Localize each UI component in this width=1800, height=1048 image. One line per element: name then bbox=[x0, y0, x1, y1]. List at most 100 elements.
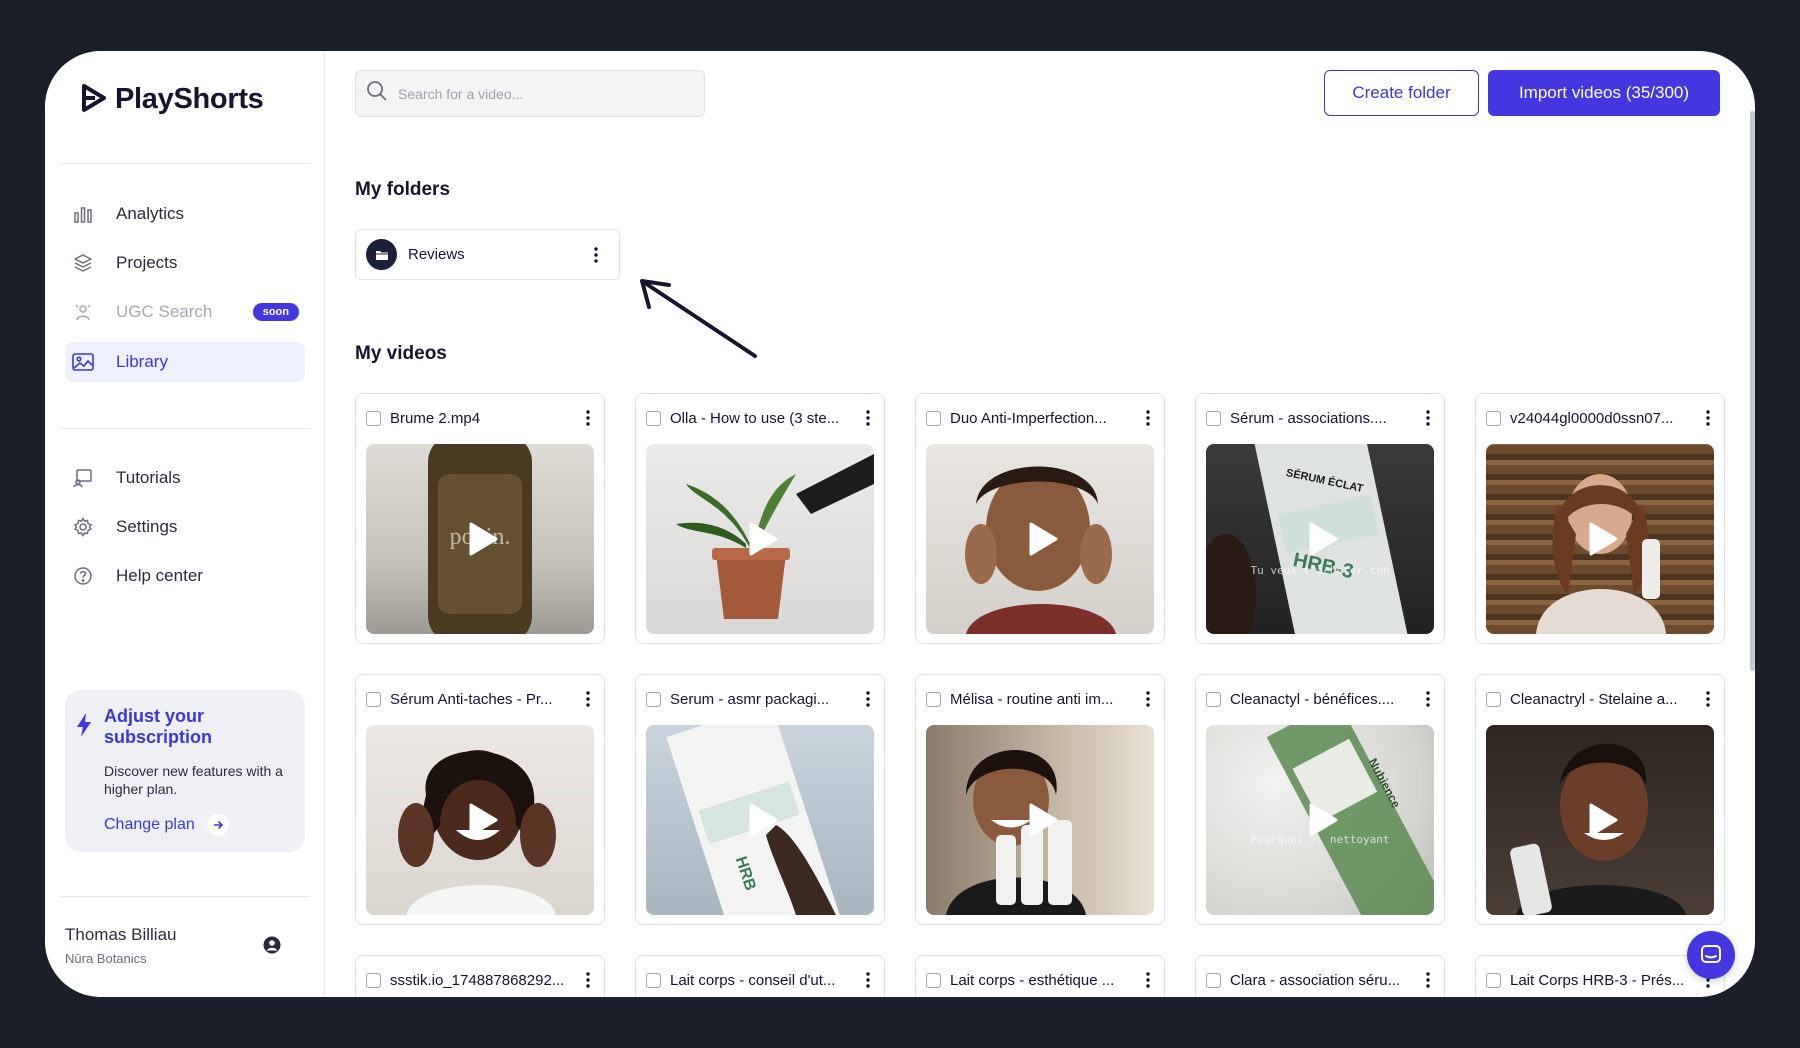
select-checkbox[interactable] bbox=[926, 972, 941, 988]
video-thumbnail[interactable]: SÉRUM ÉCLAT HRB-3 Tu veux t'acheter ton bbox=[1206, 444, 1434, 634]
select-checkbox[interactable] bbox=[366, 691, 381, 707]
support-chat-button[interactable] bbox=[1687, 931, 1735, 979]
sidebar-item-library[interactable]: Library bbox=[65, 342, 305, 382]
more-options-icon[interactable] bbox=[1138, 970, 1158, 990]
select-checkbox[interactable] bbox=[1206, 972, 1221, 988]
more-options-icon[interactable] bbox=[1138, 689, 1158, 709]
more-options-icon[interactable] bbox=[578, 408, 598, 428]
video-card[interactable]: Serum - asmr packagi... HRB bbox=[635, 674, 885, 925]
more-options-icon[interactable] bbox=[1418, 689, 1438, 709]
video-thumbnail[interactable] bbox=[926, 444, 1154, 634]
select-checkbox[interactable] bbox=[366, 972, 381, 988]
app-window: PlayShorts Analytics Projects UGC Search… bbox=[45, 51, 1755, 997]
select-checkbox[interactable] bbox=[1486, 972, 1501, 988]
video-card[interactable]: Duo Anti-Imperfection... bbox=[915, 393, 1165, 644]
more-options-icon[interactable] bbox=[1698, 408, 1718, 428]
select-checkbox[interactable] bbox=[366, 410, 381, 426]
more-options-icon[interactable] bbox=[858, 970, 878, 990]
more-options-icon[interactable] bbox=[578, 970, 598, 990]
sidebar-item-label: Help center bbox=[116, 566, 203, 585]
video-title: Lait Corps HRB-3 - Prés... bbox=[1510, 971, 1685, 989]
select-checkbox[interactable] bbox=[1206, 410, 1221, 426]
video-thumbnail[interactable] bbox=[646, 444, 874, 634]
video-title: ssstik.io_174887868292... bbox=[390, 971, 565, 989]
playshorts-logo-icon bbox=[82, 84, 106, 112]
folder-card[interactable]: Reviews bbox=[355, 229, 620, 280]
select-checkbox[interactable] bbox=[646, 410, 661, 426]
select-checkbox[interactable] bbox=[926, 410, 941, 426]
video-card[interactable]: Brume 2.mp4 popin. bbox=[355, 393, 605, 644]
sidebar-item-label: Analytics bbox=[116, 204, 185, 223]
video-card[interactable]: Lait corps - esthétique ... bbox=[915, 955, 1165, 997]
user-name: Thomas Billiau bbox=[65, 925, 177, 944]
sidebar-item-label: Settings bbox=[116, 517, 178, 536]
more-options-icon[interactable] bbox=[858, 689, 878, 709]
more-options-icon[interactable] bbox=[1698, 689, 1718, 709]
video-card[interactable]: Cleanactyl - bénéfices.... Nubience Pour… bbox=[1195, 674, 1445, 925]
user-organization: Nūra Botanics bbox=[65, 951, 147, 966]
bar-chart-icon bbox=[72, 203, 94, 225]
arrow-right-icon bbox=[206, 814, 229, 836]
account-icon[interactable] bbox=[263, 936, 281, 954]
presentation-icon bbox=[72, 467, 94, 489]
sidebar-item-ugc-search: UGC Search soon bbox=[65, 292, 305, 332]
sidebar-item-projects[interactable]: Projects bbox=[65, 243, 305, 283]
sidebar-item-analytics[interactable]: Analytics bbox=[65, 194, 305, 234]
folder-name: Reviews bbox=[408, 246, 465, 263]
more-options-icon[interactable] bbox=[1138, 408, 1158, 428]
sidebar-item-label: Tutorials bbox=[116, 468, 181, 487]
play-icon bbox=[1309, 803, 1338, 837]
lightning-icon bbox=[75, 712, 93, 743]
video-card[interactable]: ssstik.io_174887868292... bbox=[355, 955, 605, 997]
video-card[interactable]: Cleanactryl - Stelaine a... bbox=[1475, 674, 1725, 925]
import-videos-button[interactable]: Import videos (35/300) bbox=[1488, 70, 1720, 116]
more-options-icon[interactable] bbox=[578, 689, 598, 709]
video-card[interactable]: Sérum Anti-taches - Pr... bbox=[355, 674, 605, 925]
video-card[interactable]: Sérum - associations.... SÉRUM ÉCLAT HRB-… bbox=[1195, 393, 1445, 644]
create-folder-button[interactable]: Create folder bbox=[1324, 70, 1479, 116]
search-input[interactable] bbox=[398, 85, 678, 102]
image-icon bbox=[72, 351, 94, 373]
video-thumbnail[interactable] bbox=[366, 725, 594, 915]
video-title: v24044gl0000d0ssn07... bbox=[1510, 409, 1674, 427]
sidebar: PlayShorts Analytics Projects UGC Search… bbox=[45, 51, 325, 997]
select-checkbox[interactable] bbox=[1486, 691, 1501, 707]
video-card[interactable]: Olla - How to use (3 ste... bbox=[635, 393, 885, 644]
video-thumbnail[interactable]: HRB bbox=[646, 725, 874, 915]
play-icon bbox=[1309, 522, 1338, 556]
video-thumbnail[interactable] bbox=[1486, 725, 1714, 915]
video-thumbnail[interactable] bbox=[926, 725, 1154, 915]
video-card[interactable]: v24044gl0000d0ssn07... bbox=[1475, 393, 1725, 644]
more-options-icon[interactable] bbox=[1418, 970, 1438, 990]
search-bar[interactable] bbox=[355, 70, 705, 117]
video-card[interactable]: Mélisa - routine anti im... bbox=[915, 674, 1165, 925]
video-thumbnail[interactable] bbox=[1486, 444, 1714, 634]
more-options-icon[interactable] bbox=[1418, 408, 1438, 428]
scrollbar[interactable] bbox=[1750, 111, 1755, 671]
logo[interactable]: PlayShorts bbox=[81, 79, 264, 119]
select-checkbox[interactable] bbox=[1486, 410, 1501, 426]
video-card[interactable]: Clara - association séru... bbox=[1195, 955, 1445, 997]
select-checkbox[interactable] bbox=[1206, 691, 1221, 707]
change-plan-link[interactable]: Change plan bbox=[104, 814, 229, 836]
select-checkbox[interactable] bbox=[646, 972, 661, 988]
video-title: Sérum - associations.... bbox=[1230, 409, 1387, 427]
sidebar-item-help-center[interactable]: Help center bbox=[65, 556, 305, 596]
play-icon bbox=[749, 803, 778, 837]
video-thumbnail[interactable]: popin. bbox=[366, 444, 594, 634]
video-card[interactable]: Lait corps - conseil d'ut... bbox=[635, 955, 885, 997]
video-thumbnail[interactable]: Nubience Pourquoi... nettoyant bbox=[1206, 725, 1434, 915]
promo-text: Discover new features with a higher plan… bbox=[104, 763, 283, 797]
video-title: Mélisa - routine anti im... bbox=[950, 690, 1114, 708]
more-options-icon[interactable] bbox=[586, 245, 606, 265]
layers-icon bbox=[72, 252, 94, 274]
more-options-icon[interactable] bbox=[858, 408, 878, 428]
video-title: Clara - association séru... bbox=[1230, 971, 1401, 989]
select-checkbox[interactable] bbox=[926, 691, 941, 707]
select-checkbox[interactable] bbox=[646, 691, 661, 707]
search-icon bbox=[366, 80, 388, 107]
gear-icon bbox=[72, 516, 94, 538]
sidebar-item-tutorials[interactable]: Tutorials bbox=[65, 458, 305, 498]
sidebar-item-settings[interactable]: Settings bbox=[65, 507, 305, 547]
video-title: Lait corps - conseil d'ut... bbox=[670, 971, 836, 989]
